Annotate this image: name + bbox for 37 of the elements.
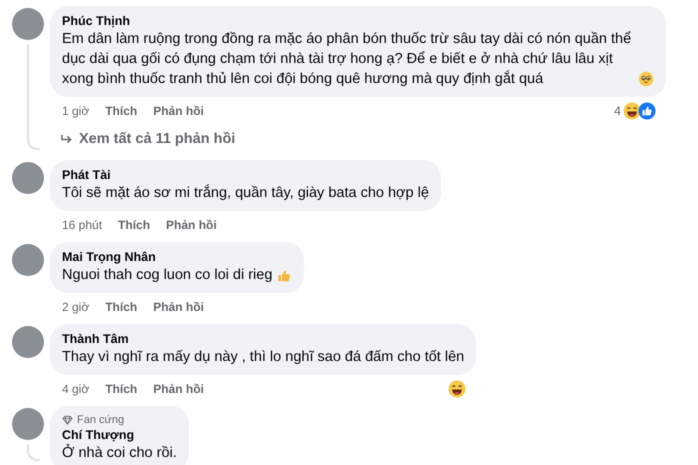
author-name[interactable]: Phúc Thịnh — [62, 14, 130, 28]
reply-link[interactable]: Phản hồi — [166, 218, 217, 232]
thread-line — [27, 444, 40, 461]
like-link[interactable]: Thích — [105, 382, 138, 396]
like-link[interactable]: Thích — [105, 104, 138, 118]
teary-face-icon — [638, 71, 654, 87]
comment-text: Em dân làm ruộng trong đồng ra mặc áo phân bón thuốc trừ sâu tay dài có nón quần thể dục dài qua gối có đụng chạm tới nhà tài trợ hong ạ? Để e biết e ở nhà chứ lâu lâu xịt xong bình thuốc tranh thủ lên coi đội bóng quê hương mà quy định gắt quá — [62, 30, 632, 89]
comment-text: Nguoi thah cog luon co loi di rieg — [62, 266, 272, 285]
reply-link[interactable]: Phản hồi — [153, 104, 204, 118]
reply-arrow-icon — [60, 134, 73, 144]
like-link[interactable]: Thích — [105, 300, 138, 314]
comment-text: Ở nhà coi cho rồi. — [62, 443, 177, 463]
view-replies-link[interactable]: Xem tất cả 11 phản hồi — [79, 131, 236, 147]
author-name[interactable]: Mai Trọng Nhân — [62, 250, 156, 264]
avatar-photo-placeholder[interactable] — [12, 408, 44, 440]
avatar-photo-placeholder[interactable] — [12, 8, 44, 40]
avatar-photo-placeholder[interactable] — [12, 326, 44, 358]
diamond-icon — [62, 415, 73, 425]
reply-link[interactable]: Phản hồi — [153, 382, 204, 396]
reaction-count[interactable]: 4 — [614, 104, 621, 118]
badge-label: Fan cứng — [77, 413, 124, 427]
author-name[interactable]: Thành Tâm — [62, 332, 129, 346]
avatar-photo-placeholder[interactable] — [12, 244, 44, 276]
laughing-emoji-icon — [623, 102, 641, 120]
timestamp[interactable]: 1 giờ — [62, 104, 90, 118]
author-name[interactable]: Chí Thượng — [62, 428, 134, 442]
timestamp[interactable]: 2 giờ — [62, 300, 90, 314]
reply-link[interactable]: Phản hồi — [153, 300, 204, 314]
comment-text: Tôi sẽ mặt áo sơ mi trắng, quần tây, giày bata cho hợp lệ — [62, 183, 429, 203]
timestamp[interactable]: 4 giờ — [62, 382, 90, 396]
laughing-emoji-icon — [448, 380, 466, 398]
author-name[interactable]: Phát Tài — [62, 168, 111, 182]
avatar-photo-placeholder[interactable] — [12, 162, 44, 194]
like-link[interactable]: Thích — [118, 218, 150, 232]
comment-text: Thay vì nghĩ ra mấy dụ này , thì lo nghĩ sao đá đấm cho tốt lên — [62, 348, 464, 367]
timestamp[interactable]: 16 phút — [62, 218, 102, 232]
thumbs-up-icon — [638, 102, 656, 120]
